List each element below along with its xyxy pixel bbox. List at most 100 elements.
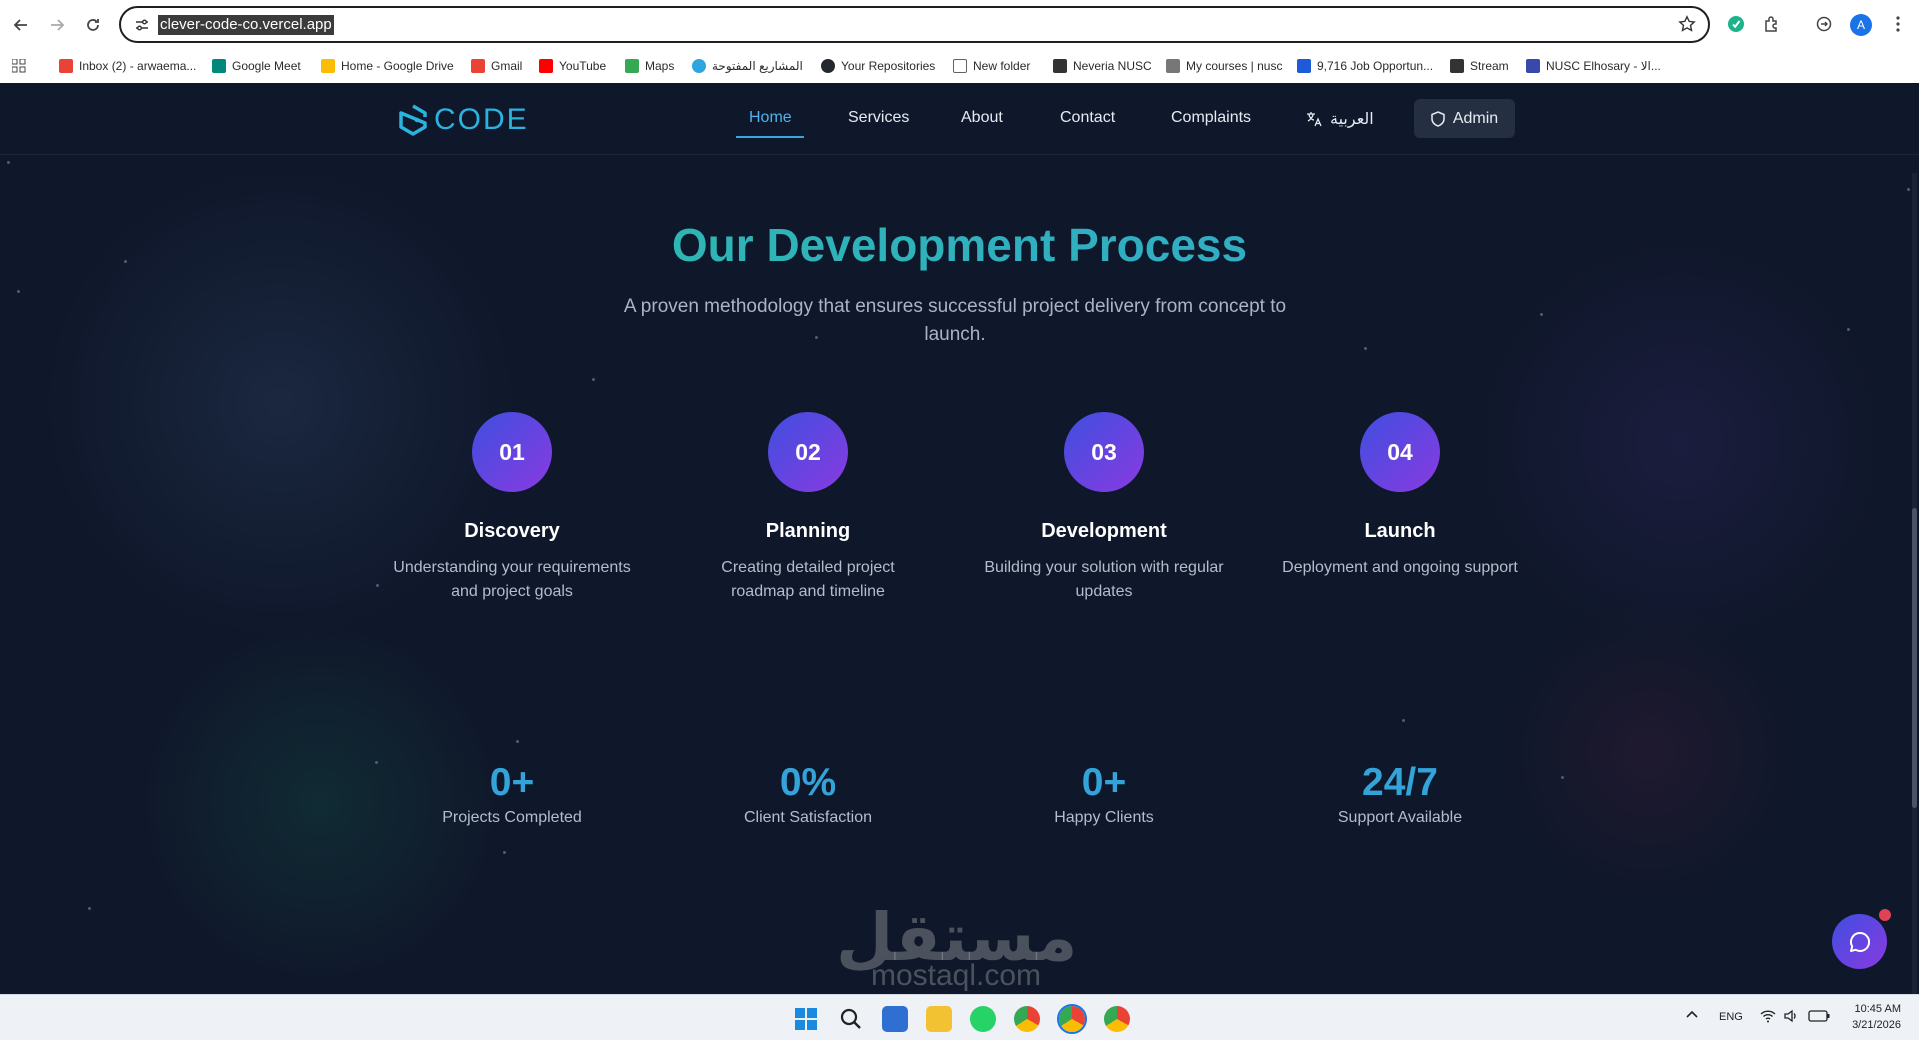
forward-icon[interactable] [44,12,70,38]
step-number-badge: 02 [768,412,848,492]
nav-complaints[interactable]: Complaints [1171,109,1251,127]
bookmark-item[interactable]: Gmail [471,57,522,75]
profile-avatar[interactable]: A [1850,14,1872,36]
chat-button[interactable] [1832,914,1887,969]
more-menu-icon[interactable] [1887,13,1909,35]
site-logo[interactable]: CODE [398,103,529,137]
file-explorer-icon[interactable] [926,1006,952,1032]
mostaql-icon [692,59,706,73]
nav-about[interactable]: About [961,109,1003,127]
clock-date[interactable]: 3/21/2026 [1849,1019,1901,1031]
stat-item: 0+ Projects Completed [382,761,642,827]
youtube-icon [539,59,553,73]
chrome-icon[interactable] [1014,1006,1040,1032]
volume-icon[interactable] [1783,1009,1799,1026]
nav-home[interactable]: Home [749,109,792,127]
bookmark-item[interactable]: New folder [953,57,1030,75]
site-settings-icon[interactable] [133,16,151,34]
search-icon[interactable] [838,1006,864,1032]
bookmarks-bar: Inbox (2) - arwaema... Google Meet Home … [0,49,1919,83]
tray-chevron-icon[interactable] [1686,1009,1698,1022]
bookmark-item[interactable]: Neveria NUSC [1053,57,1152,75]
bookmark-item[interactable]: Home - Google Drive [321,57,454,75]
wuzzuf-icon [1297,59,1311,73]
apps-grid-icon[interactable] [12,57,26,75]
bookmark-item[interactable]: YouTube [539,57,606,75]
step-description: Deployment and ongoing support [1282,559,1518,576]
reload-icon[interactable] [80,12,106,38]
sync-icon[interactable] [1813,13,1835,35]
particle [1907,188,1910,191]
bookmark-item[interactable]: Google Meet [212,57,301,75]
section-subtitle: A proven methodology that ensures succes… [623,296,1287,345]
translate-icon [1307,112,1322,127]
bookmark-item[interactable]: Inbox (2) - arwaema... [59,57,196,75]
particle [7,161,10,164]
logo-icon [399,104,427,136]
logo-text: CODE [434,103,529,136]
nav-contact[interactable]: Contact [1060,109,1115,127]
stat-label: Projects Completed [442,809,582,826]
stat-label: Client Satisfaction [743,809,873,826]
admin-button[interactable]: Admin [1414,99,1515,138]
step-title: Development [1041,520,1167,542]
stat-item: 0+ Happy Clients [974,761,1234,827]
github-icon [821,59,835,73]
bookmark-item[interactable]: NUSC Elhosary - الا... [1526,57,1661,75]
step-number-badge: 01 [472,412,552,492]
gmail-icon [59,59,73,73]
keyboard-language[interactable]: ENG [1719,1011,1743,1023]
portal-icon [1053,59,1067,73]
stream-icon [1450,59,1464,73]
nav-active-underline [736,136,804,138]
bookmark-item[interactable]: Stream [1450,57,1509,75]
maps-icon [625,59,639,73]
chrome-profile-icon[interactable] [1104,1006,1130,1032]
wifi-icon[interactable] [1760,1009,1776,1026]
nav-services[interactable]: Services [848,109,909,127]
particle [1540,313,1543,316]
step-description: Building your solution with regular upda… [984,559,1224,600]
clock-time[interactable]: 10:45 AM [1849,1003,1901,1015]
step-number-badge: 03 [1064,412,1144,492]
bookmark-item[interactable]: 9,716 Job Opportun... [1297,57,1433,75]
drive-icon [321,59,335,73]
bookmark-item[interactable]: My courses | nusc [1166,57,1282,75]
stat-item: 24/7 Support Available [1270,761,1530,827]
section-title: Our Development Process [0,218,1919,272]
battery-icon[interactable] [1808,1010,1830,1025]
stat-value: 0+ [489,761,535,804]
stat-item: 0% Client Satisfaction [678,761,938,827]
folder-icon [953,59,967,73]
scrollbar-thumb[interactable] [1912,508,1917,808]
bookmark-item[interactable]: Your Repositories [821,57,935,75]
shield-icon [1431,110,1445,127]
stat-label: Support Available [1337,809,1463,826]
particle [1847,328,1850,331]
url-text[interactable]: clever-code-co.vercel.app [158,15,334,35]
browser-toolbar: clever-code-co.vercel.app A [0,0,1919,49]
particle [592,378,595,381]
extension-green-icon[interactable] [1725,13,1747,35]
stat-value: 24/7 [1362,761,1438,804]
language-toggle[interactable]: العربية [1306,109,1374,129]
back-icon[interactable] [8,12,34,38]
particle [1402,719,1405,722]
chrome-active-icon[interactable] [1057,1004,1087,1034]
step-title: Planning [765,520,851,542]
extensions-puzzle-icon[interactable] [1761,13,1783,35]
bookmark-item[interactable]: Maps [625,57,674,75]
bookmark-item[interactable]: المشاريع المفتوحة [692,57,803,75]
bookmark-star-icon[interactable] [1678,15,1696,38]
particle [503,851,506,854]
step-title: Discovery [464,520,560,542]
step-description: Creating detailed project roadmap and ti… [721,559,895,600]
courses-icon [1166,59,1180,73]
process-step: 02 Planning Creating detailed project ro… [668,412,948,604]
particle [375,761,378,764]
outlook-icon[interactable] [882,1006,908,1032]
whatsapp-icon[interactable] [970,1006,996,1032]
address-bar[interactable]: clever-code-co.vercel.app [119,6,1710,43]
windows-start-icon[interactable] [793,1006,819,1032]
process-step: 04 Launch Deployment and ongoing support [1260,412,1540,580]
